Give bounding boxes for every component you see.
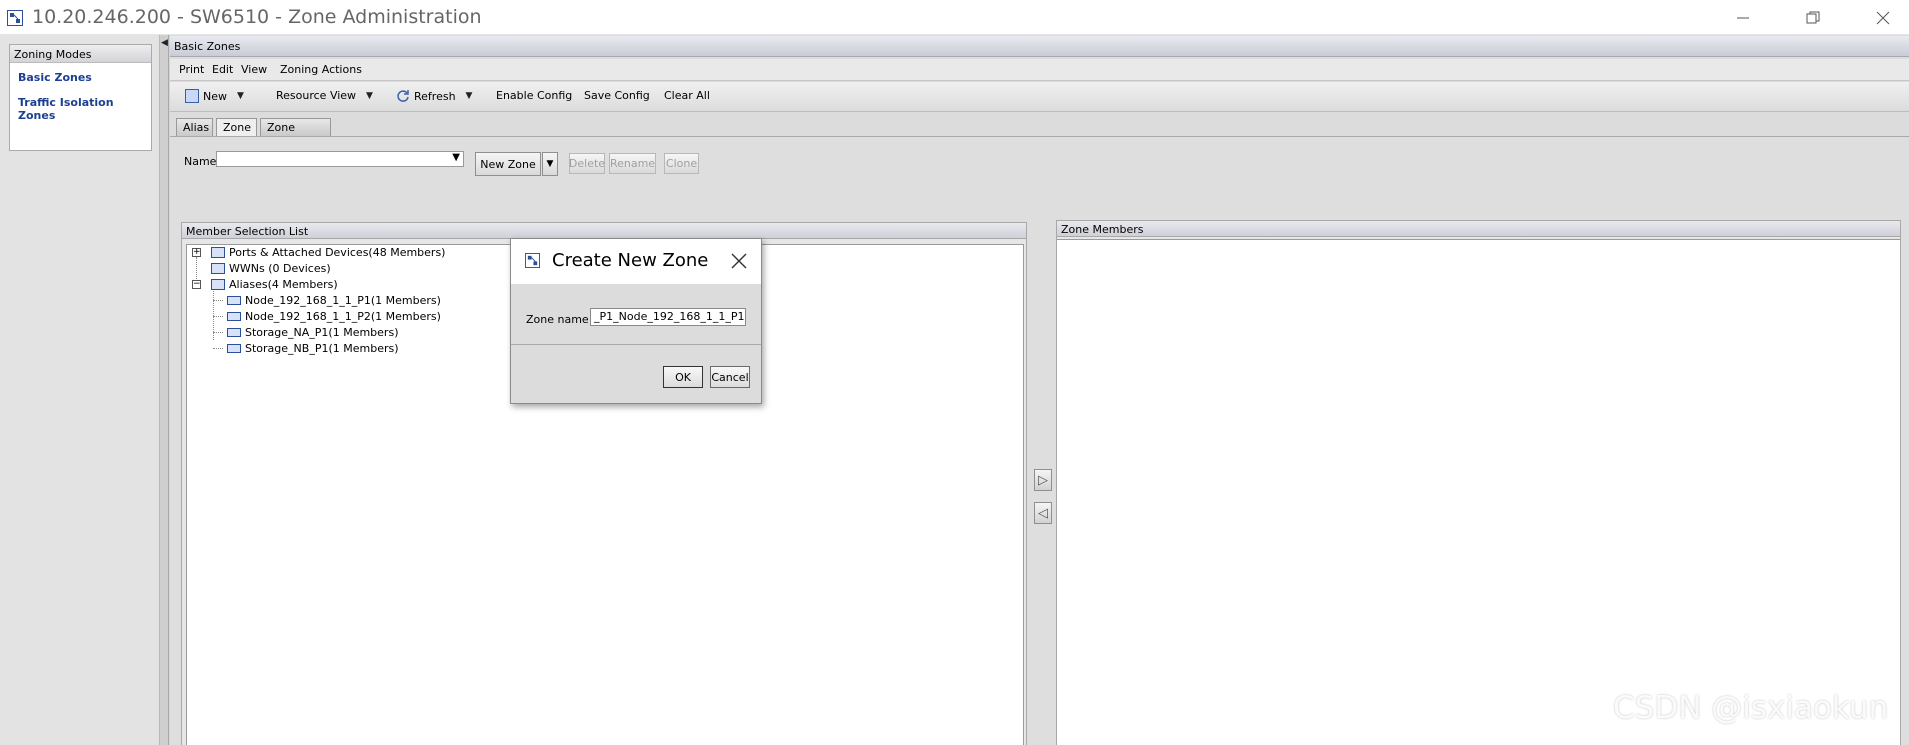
window-title: 10.20.246.200 - SW6510 - Zone Administra… [32,6,482,28]
menu-print[interactable]: Print [179,63,204,76]
alias-icon [227,312,241,321]
menu-zoning-actions[interactable]: Zoning Actions [280,63,362,76]
refresh-button[interactable]: Refresh ▼ [396,89,472,103]
cancel-button[interactable]: Cancel [710,366,750,388]
save-config-button[interactable]: Save Config [584,89,650,102]
zone-name-select[interactable]: ▼ [216,151,464,167]
new-dropdown-icon[interactable]: ▼ [237,91,244,101]
expand-icon[interactable]: + [192,248,201,257]
zoning-modes-box: Zoning Modes Basic Zones Traffic Isolati… [9,44,152,151]
tree-node-label: Ports & Attached Devices(48 Members) [229,246,446,259]
dialog-title: Create New Zone [552,250,709,271]
menu-view[interactable]: View [241,63,267,76]
tree-node-alias[interactable]: Node_192_168_1_1_P1(1 Members) [227,294,441,307]
tree-connector [213,300,223,301]
clone-button[interactable]: Clone [664,153,699,174]
tree-connector [213,332,223,333]
tab-zone-config[interactable]: Zone Config [260,118,331,147]
new-label: New [203,89,227,103]
close-icon [1876,11,1890,24]
mode-traffic-isolation-zones[interactable]: Traffic Isolation Zones [10,96,151,122]
zone-members-list[interactable] [1057,239,1900,745]
add-member-button[interactable]: ▷ [1034,469,1052,491]
name-label: Name [184,155,217,168]
enable-config-button[interactable]: Enable Config [496,89,572,102]
tree-node-ports[interactable]: + Ports & Attached Devices(48 Members) [192,246,445,259]
zone-members-header: Zone Members [1057,221,1900,237]
zone-tab-content: Name ▼ New Zone ▼ Delete Rename Clone Me… [170,136,1909,745]
minimize-icon [1737,17,1749,18]
tab-zone[interactable]: Zone [216,118,257,137]
collapse-icon[interactable]: − [192,280,201,289]
zone-name-label: Zone name [526,313,589,326]
arrow-right-icon: ▷ [1038,472,1048,488]
zoning-modes-panel: Zoning Modes Basic Zones Traffic Isolati… [0,35,160,745]
dialog-close-button[interactable] [727,249,751,273]
chevron-down-icon: ▼ [452,152,460,163]
tree-node-label: WWNs (0 Devices) [229,262,331,275]
remove-member-button[interactable]: ◁ [1034,502,1052,524]
tree-node-wwns[interactable]: WWNs (0 Devices) [211,262,331,275]
mode-basic-zones[interactable]: Basic Zones [10,71,151,84]
tree-node-label: Node_192_168_1_1_P1(1 Members) [245,294,441,307]
resource-view-dropdown-icon[interactable]: ▼ [366,91,373,101]
menu-edit[interactable]: Edit [212,63,233,76]
panel-splitter[interactable]: ◀ [160,35,169,745]
tab-alias[interactable]: Alias [176,118,213,136]
rename-button[interactable]: Rename [609,153,656,174]
zone-name-field[interactable]: _P1_Node_192_168_1_1_P1 [590,308,746,326]
delete-button[interactable]: Delete [569,153,605,174]
new-button[interactable]: New ▼ [185,89,244,103]
watermark: CSDN @isxiaokun [1613,690,1889,726]
arrow-left-icon: ◁ [1038,505,1048,521]
toolbar: New ▼ Resource View ▼ Refresh ▼ Enable C… [170,82,1909,112]
close-icon [731,253,747,269]
tree-node-alias[interactable]: Node_192_168_1_1_P2(1 Members) [227,310,441,323]
menu-bar: Print Edit View Zoning Actions [170,59,1909,81]
tree-node-aliases[interactable]: − Aliases(4 Members) [192,278,338,291]
tree-node-label: Storage_NB_P1(1 Members) [245,342,399,355]
wwn-icon [211,263,225,274]
window-titlebar: 10.20.246.200 - SW6510 - Zone Administra… [0,0,1909,35]
tree-node-label: Storage_NA_P1(1 Members) [245,326,399,339]
create-new-zone-dialog: Create New Zone Zone name _P1_Node_192_1… [510,238,762,404]
ports-icon [211,247,225,258]
zone-members-panel: Zone Members [1056,220,1901,745]
chevron-down-icon: ▼ [546,159,554,169]
tree-node-label: Node_192_168_1_1_P2(1 Members) [245,310,441,323]
restore-icon [1806,11,1820,23]
close-window-button[interactable] [1860,0,1906,35]
tree-connector [213,348,223,349]
tree-node-label: Aliases(4 Members) [229,278,338,291]
clear-all-button[interactable]: Clear All [664,89,710,102]
member-selection-header: Member Selection List [182,223,1026,239]
new-zone-dropdown-button[interactable]: ▼ [542,152,558,176]
minimize-button[interactable] [1720,0,1766,35]
refresh-icon [397,90,409,102]
refresh-label: Refresh [414,89,456,103]
dialog-separator [511,344,761,345]
ok-button[interactable]: OK [663,366,703,388]
dialog-titlebar: Create New Zone [511,239,761,284]
main-panel: Basic Zones Print Edit View Zoning Actio… [170,35,1909,745]
resource-view-label: Resource View [276,89,357,102]
new-zone-button[interactable]: New Zone [475,152,541,176]
app-icon [525,253,540,268]
tree-node-alias[interactable]: Storage_NA_P1(1 Members) [227,326,398,339]
tree-connector [213,316,223,317]
collapse-arrow-icon[interactable]: ◀ [161,38,168,48]
tree-node-alias[interactable]: Storage_NB_P1(1 Members) [227,342,399,355]
alias-icon [227,344,241,353]
new-icon [185,89,199,103]
resource-view-button[interactable]: Resource View ▼ [276,89,373,102]
app-icon [7,10,23,26]
restore-button[interactable] [1790,0,1836,35]
section-title: Basic Zones [170,36,1909,57]
alias-icon [227,296,241,305]
refresh-dropdown-icon[interactable]: ▼ [466,91,473,101]
alias-folder-icon [211,279,225,290]
dialog-body: Zone name _P1_Node_192_168_1_1_P1 OK Can… [511,284,761,403]
alias-icon [227,328,241,337]
zoning-modes-header: Zoning Modes [10,45,151,63]
